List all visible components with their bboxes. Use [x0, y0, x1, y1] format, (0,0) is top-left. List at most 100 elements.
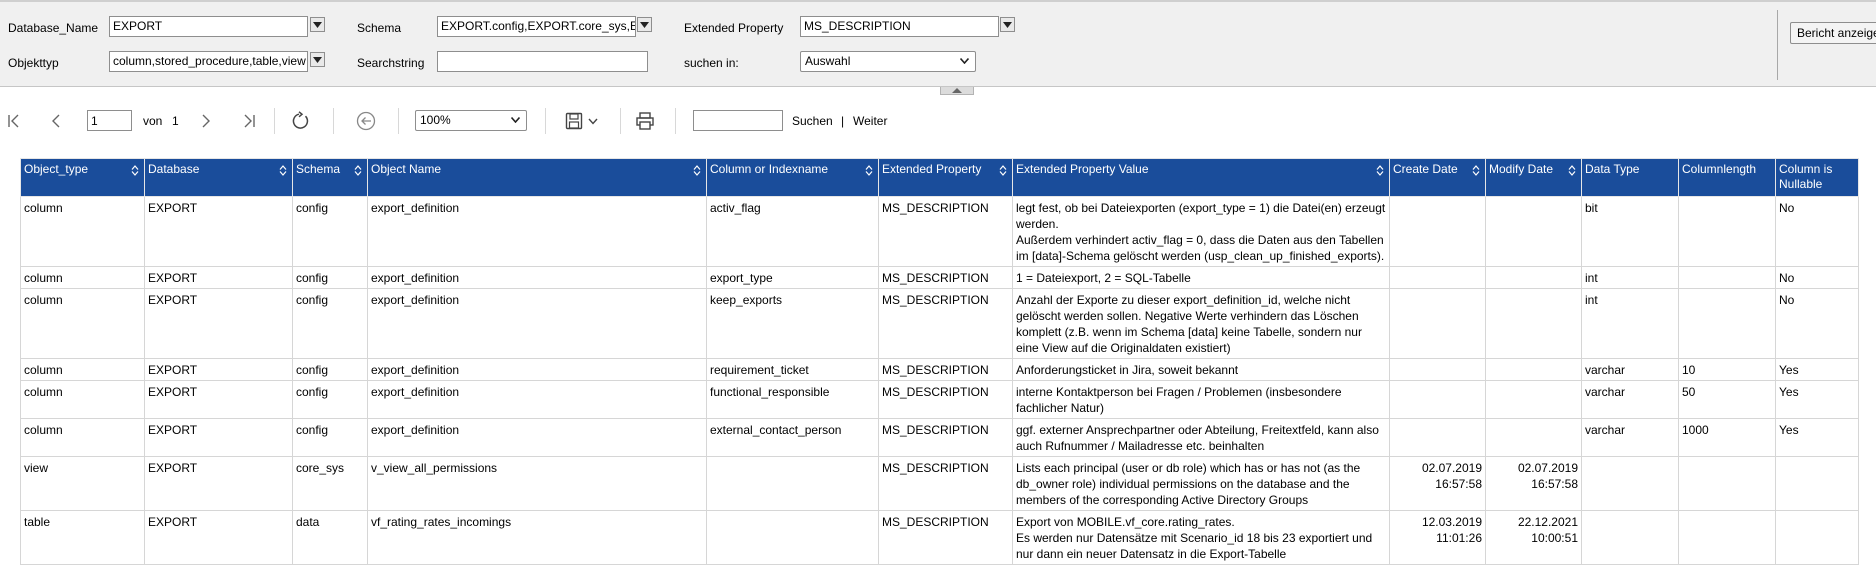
parameter-area: Database_Name EXPORT Schema EXPORT.confi… — [0, 0, 1876, 87]
next-page-icon — [202, 114, 210, 128]
sort-arrows-icon[interactable] — [279, 165, 287, 176]
find-input[interactable] — [693, 110, 783, 131]
chevron-down-icon — [960, 58, 969, 64]
previous-page-button[interactable] — [46, 110, 66, 132]
table-cell: table — [20, 510, 145, 565]
column-header[interactable]: Database — [144, 158, 293, 197]
database-name-field[interactable]: EXPORT — [109, 16, 308, 37]
extended-property-dropdown-button[interactable] — [1000, 17, 1015, 32]
table-cell — [1485, 196, 1582, 267]
database-name-label: Database_Name — [8, 21, 99, 35]
column-header[interactable]: Object_type — [20, 158, 145, 197]
table-cell — [1389, 380, 1486, 419]
zoom-value: 100% — [420, 113, 451, 127]
sort-arrows-icon[interactable] — [1472, 165, 1480, 176]
refresh-button[interactable] — [288, 108, 314, 134]
table-cell: Yes — [1775, 358, 1859, 381]
table-cell: config — [292, 358, 368, 381]
table-cell: 50 — [1678, 380, 1776, 419]
table-cell: external_contact_person — [706, 418, 879, 457]
table-cell: Yes — [1775, 380, 1859, 419]
table-cell — [706, 510, 879, 565]
database-name-dropdown-button[interactable] — [310, 17, 325, 32]
first-page-button[interactable] — [4, 110, 24, 132]
chevron-down-icon — [313, 56, 322, 63]
table-cell — [1485, 288, 1582, 359]
table-cell: No — [1775, 266, 1859, 289]
table-cell: Anforderungsticket in Jira, soweit bekan… — [1012, 358, 1390, 381]
chevron-down-icon — [313, 21, 322, 28]
chevron-down-icon — [511, 117, 520, 123]
back-button[interactable] — [353, 108, 379, 134]
export-button[interactable] — [560, 109, 602, 133]
searchstring-label: Searchstring — [357, 56, 425, 70]
table-cell: requirement_ticket — [706, 358, 879, 381]
column-header[interactable]: Extended Property Value — [1012, 158, 1390, 197]
sort-arrows-icon[interactable] — [1568, 165, 1576, 176]
print-icon — [636, 112, 654, 130]
table-cell: vf_rating_rates_incomings — [367, 510, 707, 565]
table-cell: activ_flag — [706, 196, 879, 267]
searchstring-field[interactable] — [437, 51, 648, 72]
print-button[interactable] — [632, 108, 658, 134]
suchen-in-select[interactable]: Auswahl — [800, 51, 976, 72]
table-cell: Anzahl der Exporte zu dieser export_defi… — [1012, 288, 1390, 359]
table-cell: MS_DESCRIPTION — [878, 358, 1013, 381]
last-page-icon — [244, 114, 255, 128]
table-cell: MS_DESCRIPTION — [878, 380, 1013, 419]
table-cell: export_definition — [367, 196, 707, 267]
toolbar-separator — [274, 108, 275, 134]
parameter-divider — [1777, 10, 1778, 80]
sort-arrows-icon[interactable] — [865, 165, 873, 176]
table-cell: export_definition — [367, 418, 707, 457]
find-button[interactable]: Suchen — [792, 114, 833, 128]
column-header[interactable]: Modify Date — [1485, 158, 1582, 197]
column-header[interactable]: Schema — [292, 158, 368, 197]
table-cell: legt fest, ob bei Dateiexporten (export_… — [1012, 196, 1390, 267]
sort-arrows-icon[interactable] — [354, 165, 362, 176]
column-header[interactable]: Create Date — [1389, 158, 1486, 197]
table-cell: interne Kontaktperson bei Fragen / Probl… — [1012, 380, 1390, 419]
schema-field[interactable]: EXPORT.config,EXPORT.core_sys,EXPORT.dat… — [437, 16, 636, 37]
column-header-label: Modify Date — [1489, 162, 1554, 176]
table-cell: ggf. externer Ansprechpartner oder Abtei… — [1012, 418, 1390, 457]
table-cell: keep_exports — [706, 288, 879, 359]
view-report-button[interactable]: Bericht anzeigen — [1790, 22, 1876, 44]
table-cell: column — [20, 196, 145, 267]
extended-property-field[interactable]: MS_DESCRIPTION — [800, 16, 999, 37]
table-cell: varchar — [1581, 418, 1679, 457]
table-cell: MS_DESCRIPTION — [878, 510, 1013, 565]
table-cell: EXPORT — [144, 456, 293, 511]
table-cell: 12.03.2019 11:01:26 — [1389, 510, 1486, 565]
table-cell: MS_DESCRIPTION — [878, 266, 1013, 289]
table-cell: 02.07.2019 16:57:58 — [1389, 456, 1486, 511]
page-number-input[interactable] — [87, 110, 132, 131]
last-page-button[interactable] — [238, 110, 260, 132]
column-header-label: Database — [148, 162, 200, 176]
parameter-splitter-handle[interactable] — [940, 87, 974, 95]
sort-arrows-icon[interactable] — [131, 165, 139, 176]
column-header[interactable]: Extended Property — [878, 158, 1013, 197]
sort-arrows-icon[interactable] — [693, 165, 701, 176]
table-row: view EXPORT core_sys v_view_all_permissions… — [20, 456, 1859, 511]
sort-arrows-icon[interactable] — [1376, 165, 1384, 176]
table-row: column EXPORT config export_definition expor… — [20, 266, 1859, 289]
find-separator: | — [841, 114, 845, 128]
header-row: Object_type Database Schema Object Name Colu… — [20, 158, 1859, 197]
table-cell: config — [292, 196, 368, 267]
sort-arrows-icon[interactable] — [999, 165, 1007, 176]
table-cell: config — [292, 418, 368, 457]
next-page-button[interactable] — [196, 110, 216, 132]
schema-dropdown-button[interactable] — [637, 17, 652, 32]
table-cell: EXPORT — [144, 288, 293, 359]
objekttyp-dropdown-button[interactable] — [310, 52, 325, 67]
table-cell: 22.12.2021 10:00:51 — [1485, 510, 1582, 565]
table-cell: functional_responsible — [706, 380, 879, 419]
find-next-button[interactable]: Weiter — [853, 114, 887, 128]
table-cell: EXPORT — [144, 380, 293, 419]
zoom-select[interactable]: 100% — [415, 110, 527, 131]
objekttyp-field[interactable]: column,stored_procedure,table,view — [109, 51, 308, 72]
column-header[interactable]: Object Name — [367, 158, 707, 197]
table-cell — [1485, 358, 1582, 381]
column-header[interactable]: Column or Indexname — [706, 158, 879, 197]
